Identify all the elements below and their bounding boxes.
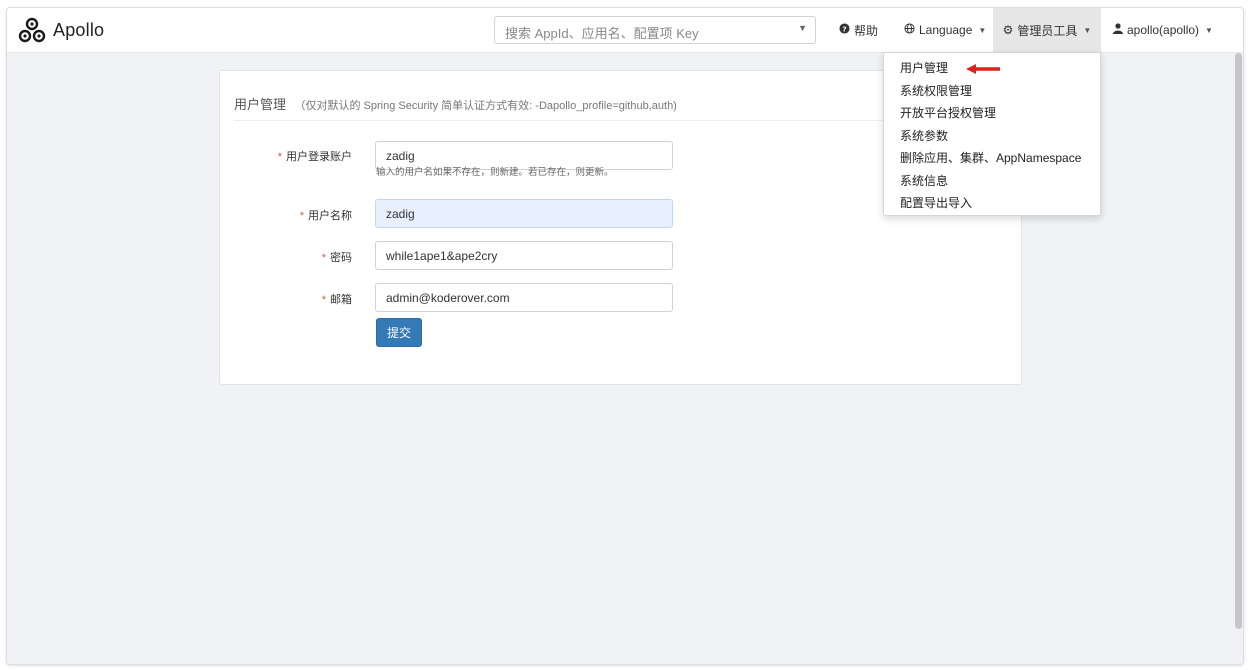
nav-admin-tools-label: 管理员工具 bbox=[1017, 23, 1078, 38]
menu-item-system-info[interactable]: 系统信息 bbox=[884, 170, 1100, 193]
display-name-field[interactable]: zadig bbox=[375, 199, 673, 228]
browser-window: Apollo 搜索 AppId、应用名、配置项 Key ▼ ? 帮助 Langu… bbox=[6, 7, 1244, 665]
menu-item-user-management[interactable]: 用户管理 bbox=[884, 57, 1100, 80]
chevron-down-icon: ▼ bbox=[1083, 25, 1092, 35]
nav-help-label: 帮助 bbox=[854, 23, 879, 38]
globe-icon bbox=[904, 23, 915, 37]
brand[interactable]: Apollo bbox=[17, 13, 104, 47]
password-label-text: 密码 bbox=[330, 252, 352, 264]
menu-item-system-permissions[interactable]: 系统权限管理 bbox=[884, 80, 1100, 103]
menu-item-delete-app[interactable]: 删除应用、集群、AppNamespace bbox=[884, 147, 1100, 170]
required-mark: * bbox=[321, 252, 326, 264]
menu-item-system-params[interactable]: 系统参数 bbox=[884, 125, 1100, 148]
required-mark: * bbox=[321, 294, 326, 306]
username-value: zadig bbox=[386, 149, 415, 163]
panel-subtitle: （仅对默认的 Spring Security 简单认证方式有效: -Dapoll… bbox=[294, 100, 677, 112]
menu-item-config-export-import[interactable]: 配置导出导入 bbox=[884, 192, 1100, 215]
nav-admin-tools[interactable]: ⚙ 管理员工具 ▼ bbox=[993, 8, 1101, 52]
arrow-left-icon bbox=[966, 64, 1000, 74]
menu-item-label: 系统信息 bbox=[900, 173, 949, 188]
menu-item-label: 用户管理 bbox=[900, 61, 949, 75]
nav-language-label: Language bbox=[919, 23, 973, 37]
menu-item-label: 删除应用、集群、AppNamespace bbox=[900, 151, 1082, 165]
email-value: admin@koderover.com bbox=[386, 291, 510, 305]
admin-tools-dropdown: 用户管理 系统权限管理 开放平台授权管理 系统参数 删除应用、集群、AppNam… bbox=[883, 52, 1101, 216]
username-label: * 用户登录账户 bbox=[220, 148, 352, 164]
gear-icon: ⚙ bbox=[1002, 23, 1014, 37]
password-value: while1ape1&ape2cry bbox=[386, 249, 498, 263]
svg-text:?: ? bbox=[842, 24, 846, 33]
email-field[interactable]: admin@koderover.com bbox=[375, 283, 673, 312]
search-input[interactable]: 搜索 AppId、应用名、配置项 Key ▼ bbox=[494, 16, 816, 44]
display-name-value: zadig bbox=[386, 207, 415, 221]
email-label-text: 邮箱 bbox=[330, 294, 352, 306]
top-navbar: Apollo 搜索 AppId、应用名、配置项 Key ▼ ? 帮助 Langu… bbox=[7, 8, 1243, 53]
email-label: * 邮箱 bbox=[220, 291, 352, 307]
menu-item-open-platform-auth[interactable]: 开放平台授权管理 bbox=[884, 102, 1100, 125]
user-icon bbox=[1113, 23, 1123, 37]
username-label-text: 用户登录账户 bbox=[286, 151, 352, 163]
display-name-label-text: 用户名称 bbox=[308, 210, 352, 222]
submit-button[interactable]: 提交 bbox=[376, 318, 422, 347]
question-circle-icon: ? bbox=[839, 23, 850, 37]
menu-item-label: 配置导出导入 bbox=[900, 196, 973, 210]
nav-user-label: apollo(apollo) bbox=[1127, 23, 1200, 37]
chevron-down-icon: ▼ bbox=[798, 23, 807, 33]
app-name: Apollo bbox=[53, 19, 105, 40]
apollo-logo-icon bbox=[17, 15, 47, 45]
password-field[interactable]: while1ape1&ape2cry bbox=[375, 241, 673, 270]
required-mark: * bbox=[299, 210, 304, 222]
panel-title: 用户管理 bbox=[234, 97, 287, 112]
chevron-down-icon: ▼ bbox=[1205, 25, 1213, 35]
nav-user-menu[interactable]: apollo(apollo) ▼ bbox=[1113, 8, 1213, 52]
required-mark: * bbox=[277, 151, 282, 163]
nav-language[interactable]: Language ▼ bbox=[904, 8, 986, 52]
menu-item-label: 开放平台授权管理 bbox=[900, 106, 997, 120]
nav-help[interactable]: ? 帮助 bbox=[839, 8, 878, 52]
menu-item-label: 系统参数 bbox=[900, 128, 949, 143]
page-scrollbar[interactable] bbox=[1235, 53, 1242, 629]
username-help-text: 输入的用户名如果不存在，则新建。若已存在，则更新。 bbox=[376, 167, 614, 178]
menu-item-label: 系统权限管理 bbox=[900, 83, 973, 98]
chevron-down-icon: ▼ bbox=[978, 25, 987, 35]
search-placeholder: 搜索 AppId、应用名、配置项 Key bbox=[505, 26, 699, 41]
password-label: * 密码 bbox=[220, 249, 352, 265]
display-name-label: * 用户名称 bbox=[220, 207, 352, 223]
